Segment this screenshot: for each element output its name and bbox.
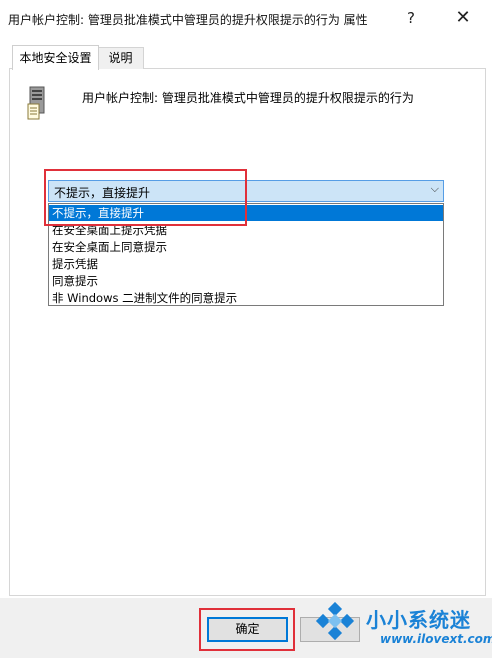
window-title: 用户帐户控制: 管理员批准模式中管理员的提升权限提示的行为 属性: [8, 13, 368, 27]
watermark-logo-icon: [315, 602, 355, 641]
highlight-box-ok-button: [199, 608, 295, 651]
highlight-box-combobox: [44, 169, 247, 226]
tab-panel: [9, 68, 486, 596]
dropdown-option[interactable]: 在安全桌面上同意提示: [49, 239, 443, 255]
help-button[interactable]: ?: [397, 4, 425, 32]
tab-local-security-setting[interactable]: 本地安全设置: [12, 45, 99, 70]
watermark-url: www.ilovext.com: [380, 632, 492, 646]
close-button[interactable]: ✕: [448, 4, 478, 32]
dropdown-option[interactable]: 提示凭据: [49, 256, 443, 272]
tab-explain[interactable]: 说明: [97, 47, 144, 69]
policy-name: 用户帐户控制: 管理员批准模式中管理员的提升权限提示的行为: [82, 91, 414, 105]
watermark-brand: 小小系统迷: [366, 608, 471, 632]
chevron-down-icon[interactable]: ⌵: [431, 182, 439, 196]
dropdown-option[interactable]: 非 Windows 二进制文件的同意提示: [49, 290, 443, 306]
server-policy-icon: [27, 86, 45, 120]
dropdown-option[interactable]: 同意提示: [49, 273, 443, 289]
